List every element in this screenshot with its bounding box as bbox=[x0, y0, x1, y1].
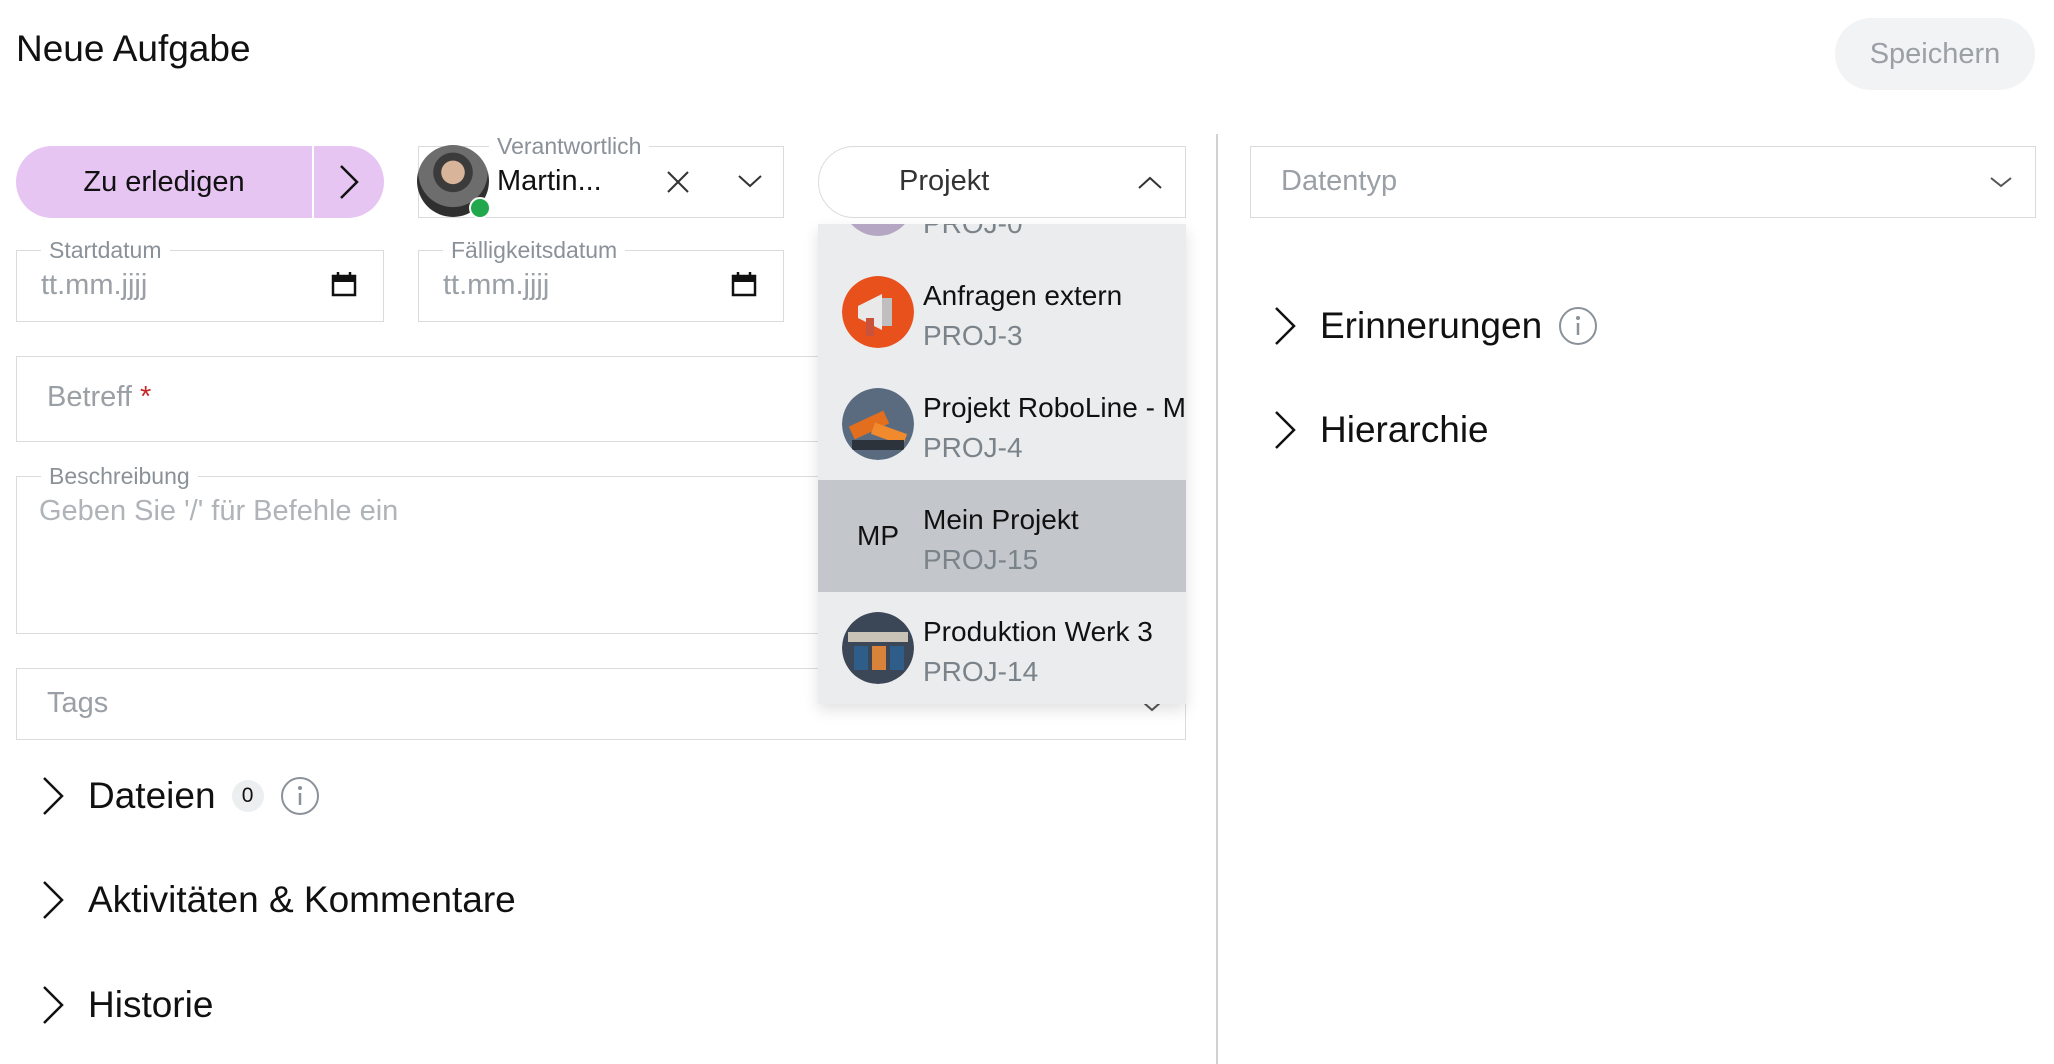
files-count-badge: 0 bbox=[231, 780, 264, 812]
dropdown-item-name: Projekt RoboLine - M bbox=[923, 392, 1186, 423]
calendar-icon[interactable] bbox=[331, 271, 357, 297]
info-icon[interactable] bbox=[1558, 306, 1598, 346]
start-date-legend: Startdatum bbox=[41, 237, 170, 264]
calendar-icon[interactable] bbox=[731, 271, 757, 297]
chevron-right-icon bbox=[340, 165, 359, 199]
chevron-down-icon[interactable] bbox=[1989, 175, 2013, 189]
dropdown-item-key: PROJ-14 bbox=[923, 656, 1039, 687]
history-section[interactable]: Historie bbox=[40, 983, 213, 1027]
chevron-right-icon bbox=[43, 881, 64, 919]
project-avatar bbox=[842, 224, 914, 236]
assignee-legend: Verantwortlich bbox=[489, 133, 650, 160]
dropdown-item-key: PROJ-4 bbox=[923, 432, 1023, 463]
dropdown-item[interactable]: Produktion Werk 3 PROJ-14 bbox=[818, 592, 1186, 704]
dropdown-item-name: Anfragen extern bbox=[923, 280, 1123, 311]
subject-placeholder-text: Betreff bbox=[47, 381, 132, 413]
activities-label: Aktivitäten & Kommentare bbox=[88, 879, 516, 920]
start-date-field[interactable]: Startdatum tt.mm.jjjj bbox=[16, 237, 384, 322]
status-button: Zu erledigen bbox=[16, 146, 384, 218]
datatype-placeholder: Datentyp bbox=[1281, 165, 1398, 197]
save-button[interactable]: Speichern bbox=[1835, 18, 2035, 90]
assignee-name: Martin... bbox=[497, 165, 602, 197]
dropdown-item-name: Produktion Werk 3 bbox=[923, 616, 1153, 647]
datatype-select[interactable]: Datentyp bbox=[1250, 146, 2036, 218]
description-legend: Beschreibung bbox=[41, 463, 198, 490]
dropdown-item-name: Mein Projekt bbox=[923, 504, 1079, 535]
start-date-placeholder: tt.mm.jjjj bbox=[41, 269, 148, 301]
description-placeholder: Geben Sie '/' für Befehle ein bbox=[39, 495, 399, 527]
avatar bbox=[417, 145, 491, 219]
info-icon[interactable] bbox=[280, 776, 320, 816]
due-date-placeholder: tt.mm.jjjj bbox=[443, 269, 550, 301]
page-title: Neue Aufgabe bbox=[16, 28, 251, 69]
due-date-legend: Fälligkeitsdatum bbox=[443, 237, 626, 264]
chevron-right-icon bbox=[43, 777, 64, 815]
project-dropdown: PROJ-0 Anfragen extern PROJ-3 Projekt Ro… bbox=[818, 224, 1186, 704]
subject-placeholder: Betreff * bbox=[47, 381, 151, 414]
assignee-field[interactable]: Verantwortlich Martin... bbox=[417, 133, 784, 219]
reminders-section[interactable]: Erinnerungen bbox=[1272, 304, 1598, 348]
user-photo bbox=[417, 145, 491, 219]
required-mark: * bbox=[139, 381, 152, 413]
project-select-label: Projekt bbox=[899, 165, 990, 197]
dropdown-item-key: PROJ-15 bbox=[923, 544, 1039, 575]
dropdown-item[interactable]: Anfragen extern PROJ-3 bbox=[818, 256, 1186, 368]
chevron-up-icon[interactable] bbox=[1137, 175, 1163, 191]
robot-arm-icon bbox=[842, 388, 914, 460]
tags-placeholder: Tags bbox=[47, 687, 109, 719]
status-label[interactable]: Zu erledigen bbox=[16, 146, 312, 218]
project-initials: MP bbox=[857, 520, 899, 551]
hierarchy-label: Hierarchie bbox=[1320, 409, 1489, 450]
factory-icon bbox=[842, 612, 914, 684]
due-date-field[interactable]: Fälligkeitsdatum tt.mm.jjjj bbox=[418, 237, 784, 322]
history-label: Historie bbox=[88, 984, 214, 1025]
dropdown-item[interactable]: Projekt RoboLine - M PROJ-4 bbox=[818, 368, 1186, 480]
hierarchy-section[interactable]: Hierarchie bbox=[1272, 408, 1489, 452]
files-label: Dateien bbox=[88, 775, 216, 816]
status-next-button[interactable] bbox=[314, 146, 384, 218]
chevron-down-icon[interactable] bbox=[737, 173, 763, 189]
panel-divider bbox=[1216, 134, 1218, 1064]
megaphone-icon bbox=[842, 276, 914, 348]
reminders-label: Erinnerungen bbox=[1320, 305, 1543, 346]
activities-section[interactable]: Aktivitäten & Kommentare bbox=[40, 878, 516, 922]
online-status-icon bbox=[469, 197, 491, 219]
dropdown-item-partial[interactable]: PROJ-0 bbox=[818, 224, 1186, 256]
dropdown-item-key: PROJ-0 bbox=[923, 224, 1023, 240]
chevron-right-icon bbox=[1275, 411, 1296, 449]
dropdown-item-key: PROJ-3 bbox=[923, 320, 1023, 351]
files-section[interactable]: Dateien 0 bbox=[40, 774, 320, 818]
clear-icon[interactable] bbox=[665, 169, 691, 195]
chevron-right-icon bbox=[43, 986, 64, 1024]
chevron-right-icon bbox=[1275, 307, 1296, 345]
dropdown-item-selected[interactable]: MP Mein Projekt PROJ-15 bbox=[818, 480, 1186, 592]
project-select[interactable]: Projekt bbox=[818, 146, 1186, 218]
